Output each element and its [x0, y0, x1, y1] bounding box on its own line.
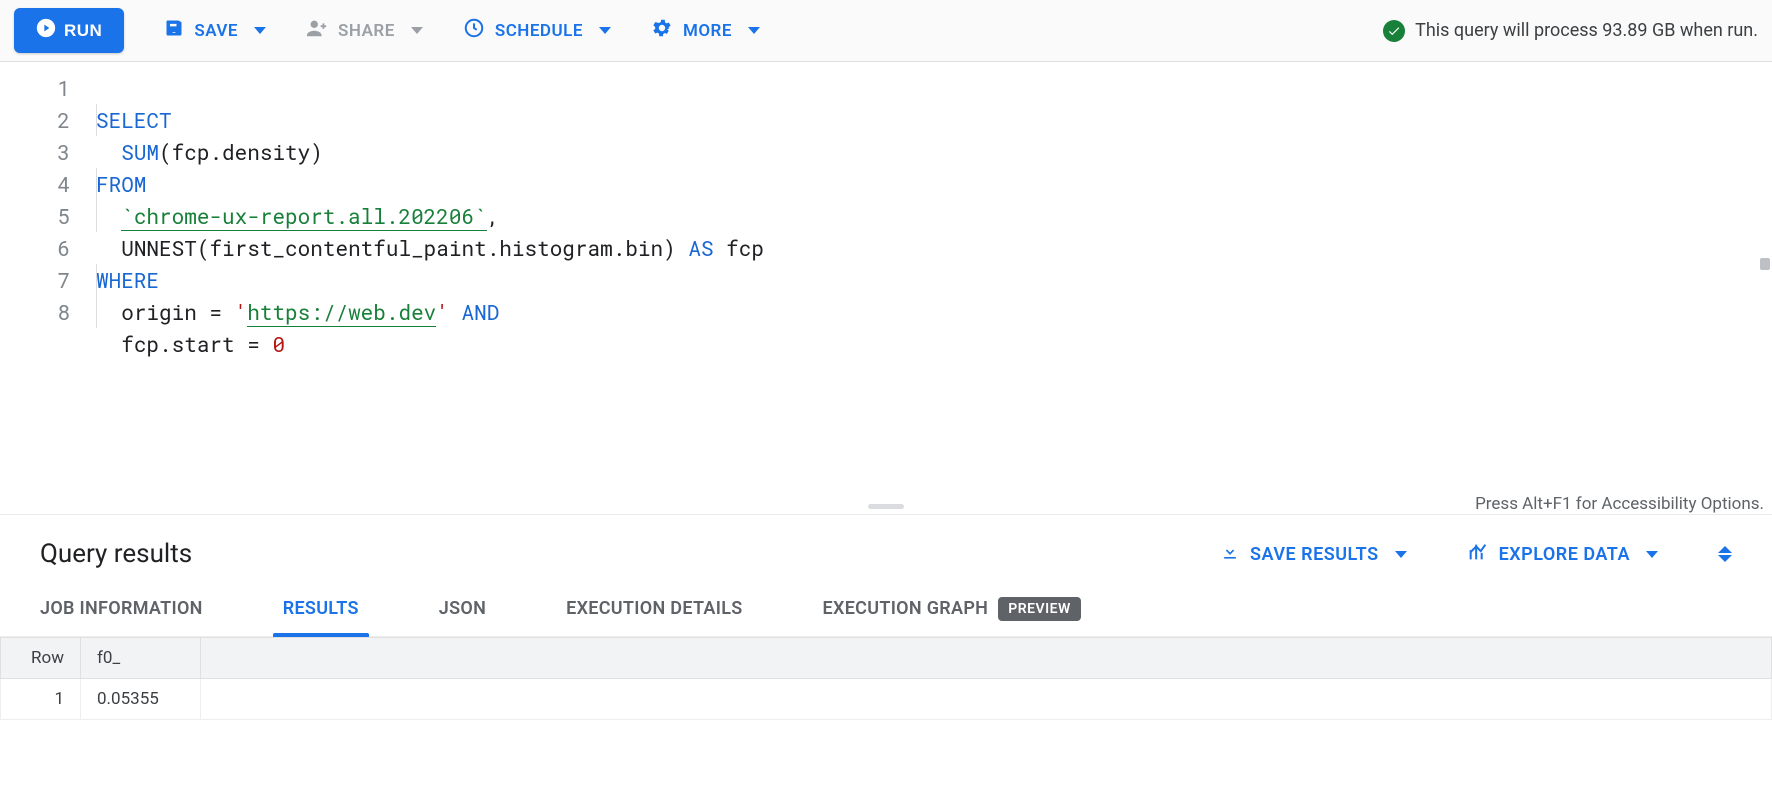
preview-badge: PREVIEW	[998, 597, 1081, 621]
cell-empty	[201, 679, 1772, 720]
run-button[interactable]: RUN	[14, 8, 124, 53]
run-button-label: RUN	[64, 21, 102, 41]
save-results-label: SAVE RESULTS	[1250, 544, 1379, 565]
results-header: Query results SAVE RESULTS EXPLORE DATA	[0, 515, 1772, 581]
more-button[interactable]: MORE	[651, 17, 760, 44]
tab-execution-graph-label: EXECUTION GRAPH	[823, 598, 989, 619]
share-button[interactable]: SHARE	[306, 17, 423, 44]
scrollbar-thumb[interactable]	[1760, 258, 1770, 270]
schedule-label: SCHEDULE	[495, 21, 583, 41]
query-status: This query will process 93.89 GB when ru…	[1383, 20, 1758, 42]
share-label: SHARE	[338, 21, 395, 41]
table-row[interactable]: 1 0.05355	[1, 679, 1772, 720]
share-icon	[306, 17, 328, 44]
tab-json[interactable]: JSON	[439, 581, 486, 637]
sql-editor[interactable]: 1 2 3 4 5 6 7 8 SELECT SUM(fcp.density) …	[0, 62, 1772, 498]
chevron-down-icon	[1395, 551, 1407, 558]
col-row: Row	[1, 638, 81, 679]
save-icon	[164, 18, 184, 43]
chevron-down-icon	[411, 27, 423, 34]
cell-row-index: 1	[1, 679, 81, 720]
col-empty	[201, 638, 1772, 679]
tab-execution-graph[interactable]: EXECUTION GRAPH PREVIEW	[823, 581, 1081, 637]
results-title: Query results	[40, 539, 192, 569]
download-icon	[1220, 542, 1240, 567]
tab-execution-details[interactable]: EXECUTION DETAILS	[566, 581, 742, 637]
col-f0: f0_	[81, 638, 201, 679]
chevron-down-icon	[748, 27, 760, 34]
tab-job-information[interactable]: JOB INFORMATION	[40, 581, 203, 637]
results-tabs: JOB INFORMATION RESULTS JSON EXECUTION D…	[0, 581, 1772, 637]
save-button[interactable]: SAVE	[164, 18, 266, 43]
panel-resize-handle[interactable]: Press Alt+F1 for Accessibility Options.	[0, 498, 1772, 514]
chevron-down-icon	[1718, 555, 1732, 562]
chevron-up-icon	[1718, 546, 1732, 553]
results-table: Row f0_ 1 0.05355	[0, 637, 1772, 720]
grip-icon	[868, 504, 904, 509]
code-content[interactable]: SELECT SUM(fcp.density) FROM `chrome-ux-…	[88, 62, 1772, 498]
status-text: This query will process 93.89 GB when ru…	[1415, 20, 1758, 41]
accessibility-hint: Press Alt+F1 for Accessibility Options.	[1475, 494, 1764, 514]
more-label: MORE	[683, 21, 732, 41]
explore-data-label: EXPLORE DATA	[1499, 544, 1630, 565]
tab-results[interactable]: RESULTS	[283, 581, 359, 637]
expand-collapse-button[interactable]	[1718, 546, 1732, 562]
save-label: SAVE	[194, 21, 238, 41]
query-toolbar: RUN SAVE SHARE SCHEDULE MORE This qu	[0, 0, 1772, 62]
gear-icon	[651, 17, 673, 44]
play-icon	[36, 18, 56, 43]
chevron-down-icon	[599, 27, 611, 34]
schedule-button[interactable]: SCHEDULE	[463, 17, 611, 44]
clock-icon	[463, 17, 485, 44]
chevron-down-icon	[254, 27, 266, 34]
save-results-button[interactable]: SAVE RESULTS	[1220, 542, 1407, 567]
table-header-row: Row f0_	[1, 638, 1772, 679]
chart-icon	[1467, 541, 1489, 568]
explore-data-button[interactable]: EXPLORE DATA	[1467, 541, 1658, 568]
chevron-down-icon	[1646, 551, 1658, 558]
cell-f0: 0.05355	[81, 679, 201, 720]
check-circle-icon	[1383, 20, 1405, 42]
line-gutter: 1 2 3 4 5 6 7 8	[0, 62, 88, 498]
